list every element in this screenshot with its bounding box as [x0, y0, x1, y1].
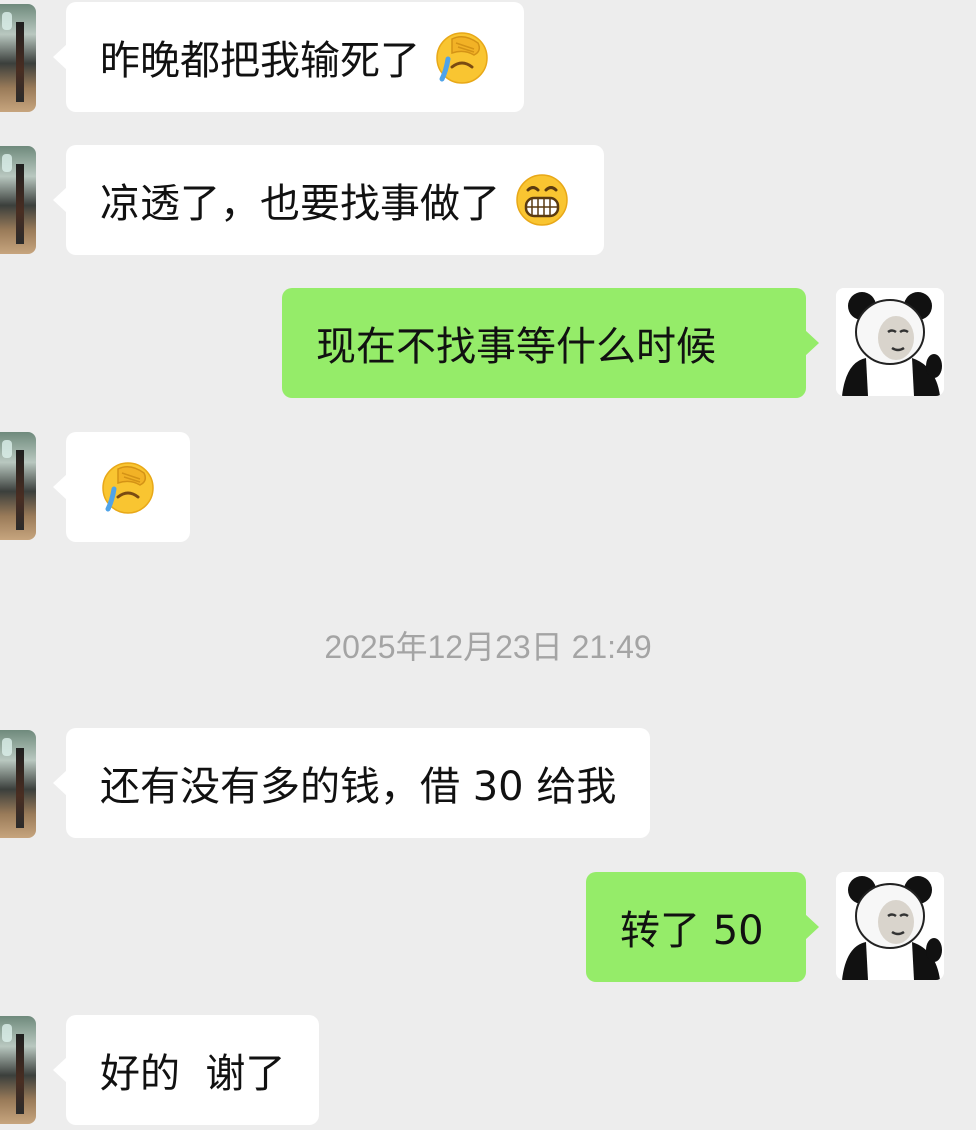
message-bubble-incoming[interactable]: 凉透了，也要找事做了	[53, 145, 604, 255]
message-text: 凉透了，也要找事做了	[100, 181, 500, 227]
contact-avatar[interactable]	[0, 432, 36, 540]
facepalm-crying-emoji-icon	[436, 32, 488, 84]
chat-timestamp: 2025年12月23日 21:49	[324, 629, 652, 665]
contact-avatar[interactable]	[0, 146, 36, 254]
message-bubble-incoming[interactable]	[53, 432, 190, 542]
contact-avatar[interactable]	[0, 4, 36, 112]
facepalm-crying-emoji-icon	[102, 462, 154, 514]
grinning-teeth-emoji-icon	[516, 174, 568, 226]
message-text: 昨晚都把我输死了	[100, 38, 420, 84]
panda-meme-avatar-icon	[836, 288, 944, 396]
contact-avatar[interactable]	[0, 1016, 36, 1124]
message-text: 好的 谢了	[100, 1051, 286, 1097]
message-bubble-outgoing[interactable]: 现在不找事等什么时候	[282, 288, 819, 398]
message-bubble-outgoing[interactable]: 转了 50	[586, 872, 819, 982]
message-text: 转了 50	[620, 908, 764, 954]
contact-avatar[interactable]	[0, 730, 36, 838]
message-text: 还有没有多的钱，借 30 给我	[100, 764, 617, 810]
message-bubble-incoming[interactable]: 还有没有多的钱，借 30 给我	[52, 728, 651, 838]
message-text: 现在不找事等什么时候	[316, 324, 716, 370]
panda-meme-avatar-icon	[836, 872, 944, 980]
message-bubble-incoming[interactable]: 昨晚都把我输死了	[53, 2, 524, 112]
message-bubble-incoming[interactable]: 好的 谢了	[52, 1015, 320, 1125]
my-avatar-panda[interactable]	[836, 872, 944, 980]
my-avatar-panda[interactable]	[836, 288, 944, 396]
